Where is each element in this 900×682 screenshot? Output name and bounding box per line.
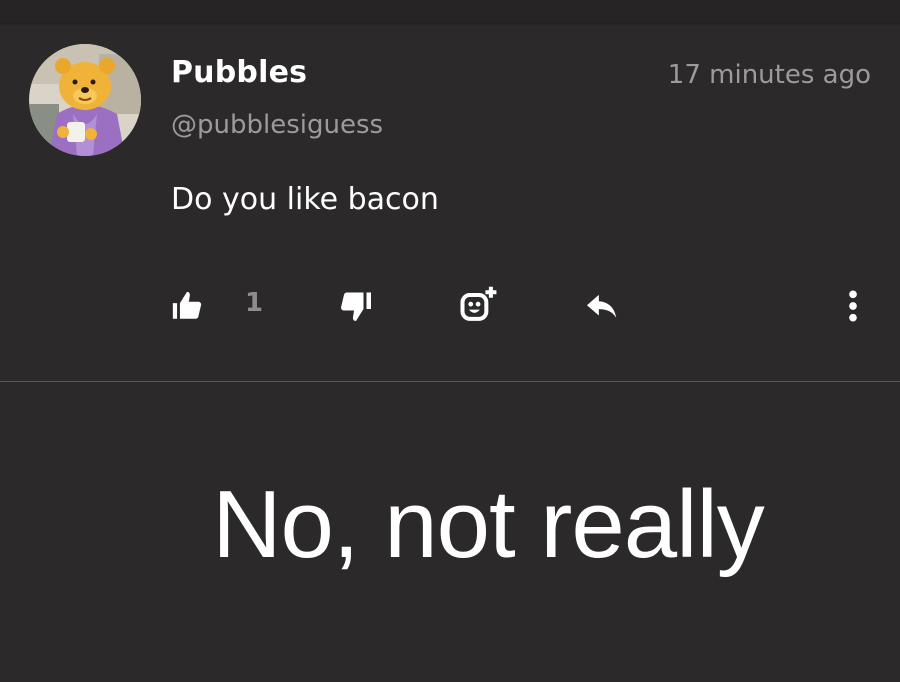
divider <box>0 381 900 382</box>
more-vertical-icon <box>849 290 857 322</box>
comment-actions <box>0 282 900 332</box>
reply-button[interactable] <box>583 282 621 330</box>
avatar[interactable] <box>29 44 141 156</box>
top-bar <box>0 0 900 26</box>
thumbs-up-icon <box>172 291 202 319</box>
like-count: 1 <box>245 288 264 318</box>
username[interactable]: Pubbles <box>171 55 307 90</box>
thumbs-down-icon <box>341 292 371 321</box>
timestamp: 17 minutes ago <box>667 60 871 90</box>
user-handle: @pubblesiguess <box>171 110 384 140</box>
add-emoji-icon <box>460 286 497 321</box>
like-button[interactable] <box>170 282 204 330</box>
caption-text: No, not really <box>212 471 765 578</box>
comment-card: Pubbles @pubblesiguess 17 minutes ago Do… <box>0 22 900 380</box>
add-reaction-button[interactable] <box>457 282 501 330</box>
more-options-button[interactable] <box>840 282 866 330</box>
dislike-button[interactable] <box>338 282 374 330</box>
comment-text: Do you like bacon <box>171 182 439 217</box>
reply-icon <box>586 294 617 318</box>
